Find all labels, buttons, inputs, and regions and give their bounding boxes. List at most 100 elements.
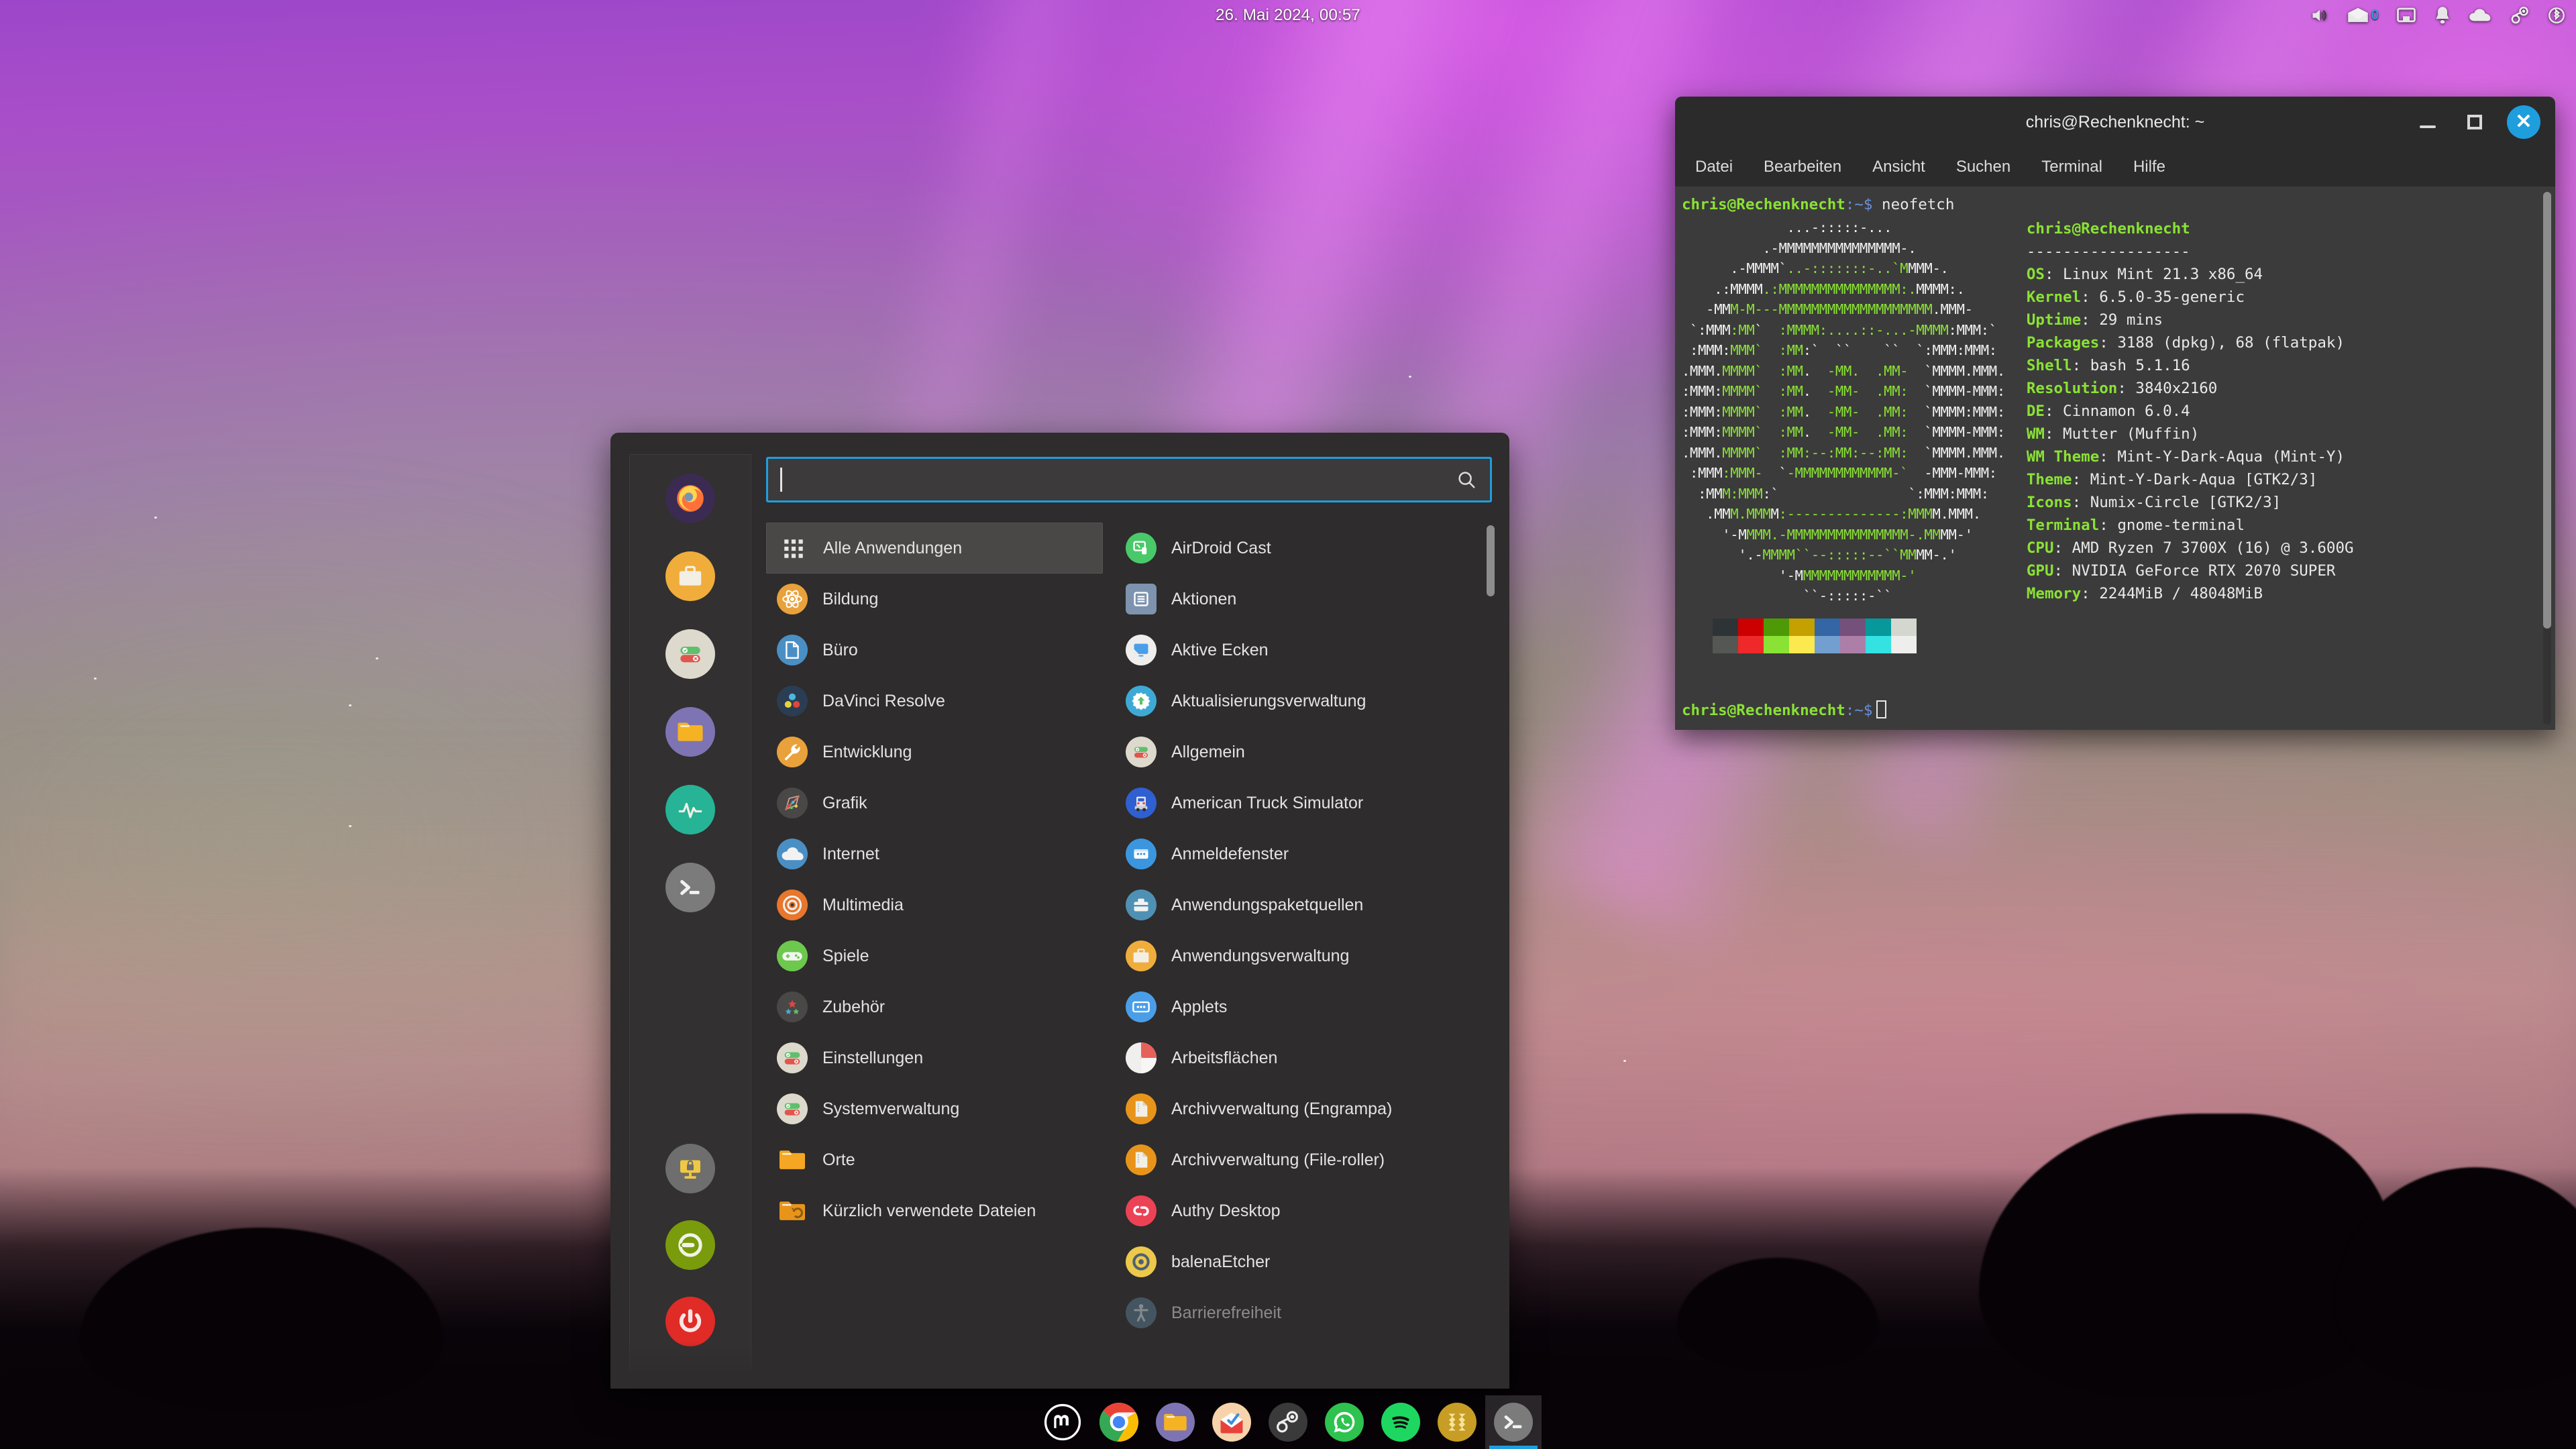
application-item-anmeldefenster[interactable]: Anmeldefenster (1126, 828, 1492, 879)
files-icon[interactable] (665, 707, 715, 757)
menu-terminal[interactable]: Terminal (2036, 155, 2108, 179)
cloud-icon[interactable] (2469, 0, 2493, 31)
maximize-button[interactable] (2460, 107, 2489, 137)
general-toggles-icon (1126, 737, 1157, 767)
application-list-scrollbar-thumb[interactable] (1487, 525, 1495, 597)
whatsapp-button[interactable] (1316, 1395, 1373, 1449)
star (94, 678, 97, 680)
cloud-icon (777, 839, 808, 869)
search-input[interactable] (766, 457, 1492, 502)
steam-button[interactable] (1260, 1395, 1316, 1449)
logout-icon[interactable] (665, 1220, 715, 1270)
terminal-titlebar[interactable]: chris@Rechenknecht: ~ ✕ (1675, 97, 2555, 148)
application-item-applets[interactable]: Applets (1126, 981, 1492, 1032)
terminal-icon (1494, 1403, 1533, 1442)
application-list-scrollbar[interactable] (1487, 525, 1495, 1317)
volume-icon[interactable] (2310, 0, 2330, 31)
application-item-archivverwaltung-file-roller[interactable]: Archivverwaltung (File-roller) (1126, 1134, 1492, 1185)
lock-screen-icon[interactable] (665, 1144, 715, 1193)
terminal-output-area[interactable]: chris@Rechenknecht:~$ neofetch ...-:::::… (1675, 186, 2555, 730)
category-item-label: Zubehör (822, 997, 885, 1016)
application-item-aktionen[interactable]: Aktionen (1126, 574, 1492, 625)
category-item-davinci-resolve[interactable]: DaVinci Resolve (766, 676, 1103, 727)
actions-icon (1126, 584, 1157, 614)
panel-clock[interactable]: 26. Mai 2024, 00:57 (0, 6, 2576, 25)
menu-suchen[interactable]: Suchen (1951, 155, 2016, 179)
google-chrome-button[interactable] (1091, 1395, 1147, 1449)
balena-etcher-icon (1126, 1246, 1157, 1277)
terminal-title: chris@Rechenknecht: ~ (2025, 112, 2205, 131)
application-item-allgemein[interactable]: Allgemein (1126, 727, 1492, 777)
mint-menu-button[interactable] (1034, 1395, 1091, 1449)
spotify-button[interactable] (1373, 1395, 1429, 1449)
category-item-multimedia[interactable]: Multimedia (766, 879, 1103, 930)
application-item-barrierefreiheit[interactable]: Barrierefreiheit (1126, 1287, 1492, 1338)
application-item-archivverwaltung-engrampa[interactable]: Archivverwaltung (Engrampa) (1126, 1083, 1492, 1134)
application-item-aktive-ecken[interactable]: Aktive Ecken (1126, 625, 1492, 676)
menu-datei[interactable]: Datei (1690, 155, 1738, 179)
system-monitor-icon[interactable] (665, 785, 715, 835)
mail-client-button[interactable] (1203, 1395, 1260, 1449)
neofetch-output: ...-:::::-... .-MMMMMMMMMMMMMMM-. .-MMMM… (1679, 217, 2555, 606)
category-item-label: Systemverwaltung (822, 1099, 960, 1118)
application-menu[interactable]: Alle Anwendungen Bildung Büro DaVinci Resol… (610, 433, 1509, 1389)
category-item-k-rzlich-verwendete-dateien[interactable]: Kürzlich verwendete Dateien (766, 1185, 1103, 1236)
application-item-anwendungsverwaltung[interactable]: Anwendungsverwaltung (1126, 930, 1492, 981)
system-settings-icon[interactable] (665, 629, 715, 679)
category-item-zubeh-r[interactable]: Zubehör (766, 981, 1103, 1032)
close-button[interactable]: ✕ (2507, 105, 2540, 139)
steam-icon[interactable] (2510, 0, 2530, 31)
linux-mint-logo-icon (1043, 1403, 1082, 1442)
application-item-anwendungspaketquellen[interactable]: Anwendungspaketquellen (1126, 879, 1492, 930)
shutdown-icon[interactable] (665, 1297, 715, 1346)
firefox-icon[interactable] (665, 474, 715, 523)
application-item-balenaetcher[interactable]: balenaEtcher (1126, 1236, 1492, 1287)
terminal-icon[interactable] (665, 863, 715, 912)
menu-hilfe[interactable]: Hilfe (2128, 155, 2171, 179)
palette-swatch (1738, 618, 1764, 636)
login-window-icon (1126, 839, 1157, 869)
minimize-button[interactable] (2413, 107, 2443, 137)
whatsapp-icon (1325, 1403, 1364, 1442)
category-item-b-ro[interactable]: Büro (766, 625, 1103, 676)
terminal-scrollbar[interactable] (2543, 192, 2551, 724)
terminal-window[interactable]: chris@Rechenknecht: ~ ✕ Datei Bearbeiten… (1675, 97, 2555, 730)
menu-bearbeiten[interactable]: Bearbeiten (1758, 155, 1847, 179)
application-item-label: Aktive Ecken (1171, 640, 1269, 659)
application-item-arbeitsfl-chen[interactable]: Arbeitsflächen (1126, 1032, 1492, 1083)
category-item-systemverwaltung[interactable]: Systemverwaltung (766, 1083, 1103, 1134)
category-item-alle-anwendungen[interactable]: Alle Anwendungen (766, 523, 1103, 574)
golden-app-icon (1438, 1403, 1477, 1442)
golden-app-button[interactable] (1429, 1395, 1485, 1449)
search-caret (780, 468, 782, 492)
terminal-scrollbar-thumb[interactable] (2543, 192, 2551, 629)
menu-ansicht[interactable]: Ansicht (1867, 155, 1931, 179)
category-item-spiele[interactable]: Spiele (766, 930, 1103, 981)
application-item-label: Allgemein (1171, 742, 1245, 761)
category-item-einstellungen[interactable]: Einstellungen (766, 1032, 1103, 1083)
mail-icon[interactable]: 0 (2347, 0, 2379, 31)
bluetooth-icon[interactable] (2548, 0, 2565, 31)
application-item-authy-desktop[interactable]: Authy Desktop (1126, 1185, 1492, 1236)
palette-swatch (1866, 618, 1891, 636)
application-item-aktualisierungsverwaltung[interactable]: Aktualisierungsverwaltung (1126, 676, 1492, 727)
category-item-internet[interactable]: Internet (766, 828, 1103, 879)
category-item-entwicklung[interactable]: Entwicklung (766, 727, 1103, 777)
application-item-american-truck-simulator[interactable]: American Truck Simulator (1126, 777, 1492, 828)
software-manager-icon[interactable] (665, 551, 715, 601)
palette-swatch (1764, 635, 1789, 653)
system-tray: 0 (2310, 0, 2565, 31)
software-sources-icon (1126, 890, 1157, 920)
category-item-bildung[interactable]: Bildung (766, 574, 1103, 625)
network-icon[interactable] (2396, 0, 2416, 31)
document-icon (777, 635, 808, 665)
notification-bell-icon[interactable] (2434, 0, 2451, 31)
terminal-button[interactable] (1485, 1395, 1542, 1449)
files-button[interactable] (1147, 1395, 1203, 1449)
category-item-grafik[interactable]: Grafik (766, 777, 1103, 828)
application-item-airdroid-cast[interactable]: AirDroid Cast (1126, 523, 1492, 574)
search-icon (1455, 468, 1478, 491)
archive-icon (1126, 1144, 1157, 1175)
mail-badge-count: 0 (2371, 7, 2379, 23)
category-item-orte[interactable]: Orte (766, 1134, 1103, 1185)
